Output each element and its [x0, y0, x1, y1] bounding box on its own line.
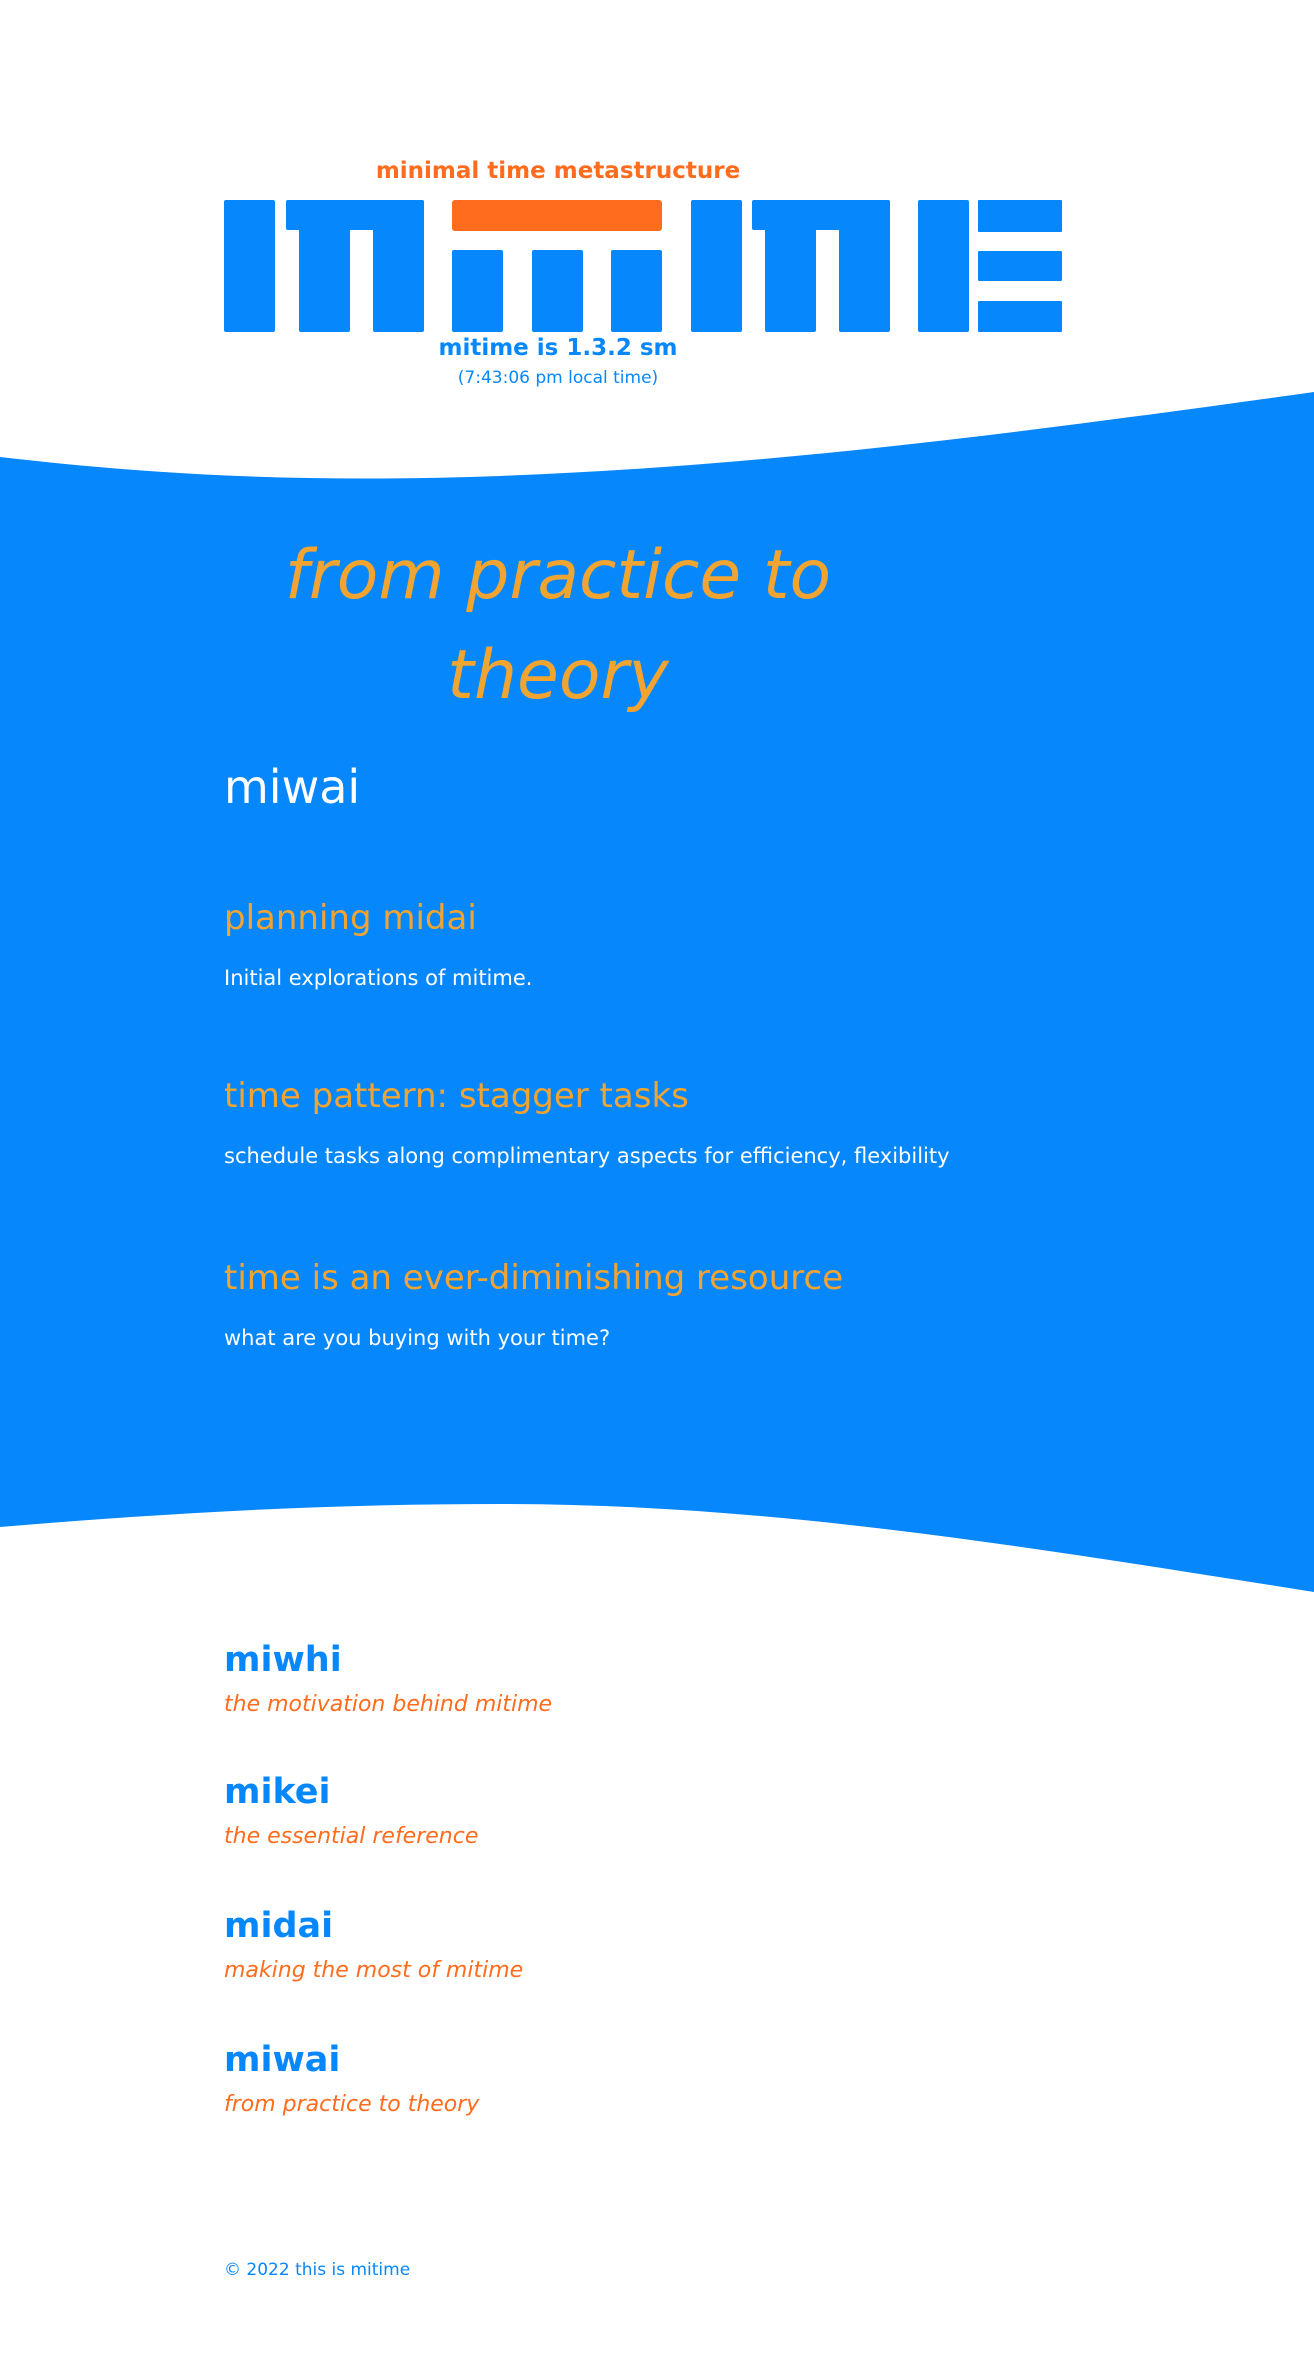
post-description: schedule tasks along complimentary aspec… — [224, 1144, 950, 1168]
nav-item-miwai[interactable]: miwai from practice to theory — [224, 2040, 479, 2117]
hero-line-2: theory — [447, 636, 669, 715]
nav-item-name: mikei — [224, 1772, 331, 1812]
nav-item-name: miwhi — [224, 1640, 342, 1680]
post-description: Initial explorations of mitime. — [224, 966, 533, 990]
hero-heading: from practice to theory — [0, 526, 1116, 726]
post-title-link[interactable]: planning midai — [224, 898, 1224, 938]
site-tagline: minimal time metastructure — [375, 158, 741, 184]
nav-item-name: midai — [224, 1906, 334, 1946]
nav-item-description: the essential reference — [224, 1824, 479, 1849]
version-text: mitime is 1.3.2 sm — [438, 335, 678, 361]
local-time: (7:43:06 pm local time) — [457, 368, 659, 388]
nav-item-description: making the most of mitime — [224, 1958, 524, 1983]
post-description: what are you buying with your time? — [224, 1326, 611, 1350]
page: minimal time metastructure mitime is 1.3… — [0, 0, 1314, 2354]
hero-line-1: from practice to — [284, 536, 832, 615]
post-item: planning midai Initial explorations of m… — [224, 898, 1224, 990]
nav-item-name: miwai — [224, 2040, 341, 2080]
nav-item-description: the motivation behind mitime — [224, 1692, 553, 1717]
footer-copyright: © 2022 this is mitime — [224, 2260, 411, 2280]
nav-item-miwhi[interactable]: miwhi the motivation behind mitime — [224, 1640, 552, 1717]
nav-item-description: from practice to theory — [224, 2092, 480, 2117]
post-item: time is an ever-diminishing resource wha… — [224, 1258, 1224, 1350]
post-title-link[interactable]: time pattern: stagger tasks — [224, 1076, 1224, 1116]
post-title-link[interactable]: time is an ever-diminishing resource — [224, 1258, 1224, 1298]
nav-item-midai[interactable]: midai making the most of mitime — [224, 1906, 523, 1983]
mitime-logo — [224, 200, 1062, 332]
nav-item-mikei[interactable]: mikei the essential reference — [224, 1772, 478, 1849]
post-item: time pattern: stagger tasks schedule tas… — [224, 1076, 1224, 1168]
section-title: miwai — [224, 760, 361, 814]
